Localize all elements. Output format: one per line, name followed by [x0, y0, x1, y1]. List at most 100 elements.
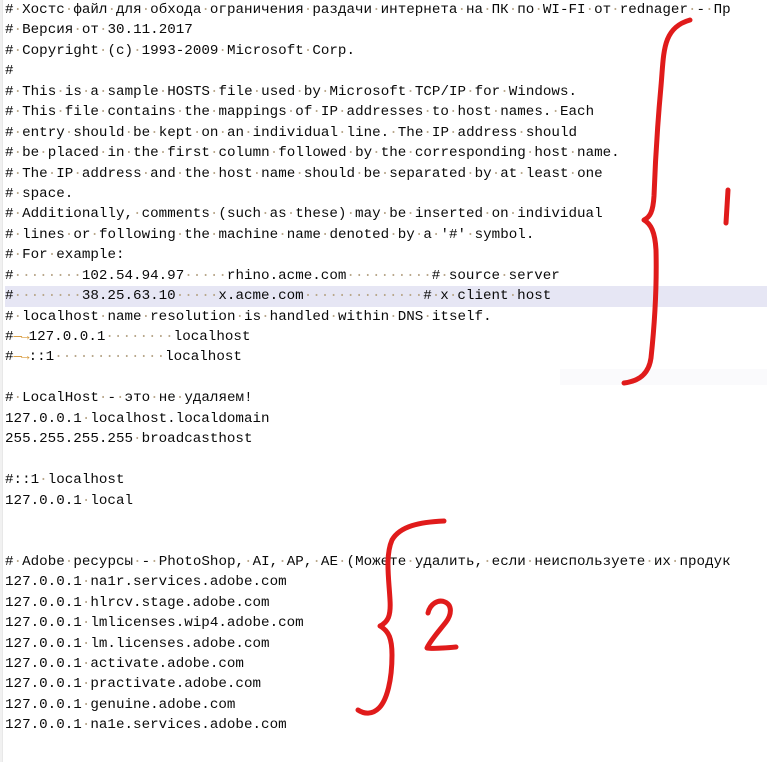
code-line[interactable]: #·Copyright·(c)·1993-2009·Microsoft·Corp… [5, 41, 767, 61]
space-marker: · [13, 553, 23, 570]
code-text: genuine.adobe.com [90, 696, 236, 713]
code-line[interactable]: #·Версия·от·30.11.2017 [5, 20, 767, 40]
code-text: is [64, 83, 82, 100]
code-text: be [363, 165, 381, 182]
code-line[interactable]: 127.0.0.1·local [5, 491, 767, 511]
code-text: если [491, 553, 526, 570]
code-line[interactable]: 127.0.0.1·activate.adobe.com [5, 654, 767, 674]
code-text: mappings [218, 104, 287, 121]
code-text: # [5, 206, 14, 223]
space-marker: · [517, 124, 526, 141]
space-marker: · [389, 308, 398, 325]
code-text: # [5, 124, 14, 141]
code-text: Corp. [312, 42, 355, 59]
code-text-area[interactable]: #·Хостс·файл·для·обхода·ограничения·разд… [5, 0, 767, 762]
code-line[interactable]: 127.0.0.1·localhost.localdomain [5, 409, 767, 429]
space-marker: · [508, 2, 518, 18]
code-text: это [124, 390, 151, 407]
code-text: # [5, 390, 14, 407]
code-line[interactable] [5, 511, 767, 531]
code-line[interactable]: #·lines·or·following·the·machine·name·de… [5, 225, 767, 245]
code-text: lm.licenses.adobe.com [90, 635, 270, 652]
space-marker: · [611, 2, 620, 18]
code-text: inserted [414, 206, 484, 223]
code-line[interactable]: #·entry·should·be·kept·on·an·individual·… [5, 123, 767, 143]
space-marker: · [312, 553, 321, 570]
code-line[interactable]: #·Additionally,·comments·(such·as·these)… [5, 204, 767, 224]
space-marker: · [389, 124, 398, 141]
space-marker: · [13, 185, 23, 202]
code-text: LocalHost [22, 390, 99, 407]
code-text: AP, [286, 553, 313, 570]
code-text: AE [320, 553, 338, 570]
code-text: denoted [329, 226, 390, 243]
space-marker: · [423, 124, 432, 141]
code-line[interactable]: 127.0.0.1·na1e.services.adobe.com [5, 715, 767, 735]
code-line[interactable]: #·For·example: [5, 245, 767, 265]
code-text: separated [389, 165, 467, 182]
space-marker: · [47, 165, 57, 182]
space-marker: · [13, 22, 23, 39]
space-marker: · [440, 267, 449, 284]
space-marker: · [158, 83, 168, 100]
code-text: их [653, 553, 671, 570]
code-line[interactable]: #·The·IP·address·and·the·host·name·shoul… [5, 164, 767, 184]
code-text: # [5, 145, 14, 162]
code-line[interactable]: 127.0.0.1·genuine.adobe.com [5, 695, 767, 715]
code-line[interactable] [5, 531, 767, 551]
code-line[interactable]: 127.0.0.1·lmlicenses.wip4.adobe.com [5, 613, 767, 633]
code-line[interactable]: #········102.54.94.97·····rhino.acme.com… [5, 266, 767, 286]
space-marker: · [90, 226, 99, 243]
code-text: a [90, 83, 99, 100]
code-line[interactable]: #·This·is·a·sample·HOSTS·file·used·by·Mi… [5, 82, 767, 102]
space-marker: · [107, 2, 116, 18]
code-line[interactable]: #········38.25.63.10·····x.acme.com·····… [5, 286, 767, 307]
code-text: файл [73, 2, 108, 18]
code-line[interactable]: 127.0.0.1·lm.licenses.adobe.com [5, 634, 767, 654]
space-marker: · [133, 431, 142, 448]
code-line[interactable]: #·Хостс·файл·для·обхода·ограничения·разд… [5, 0, 767, 20]
code-text: - [696, 2, 706, 18]
code-line[interactable]: 127.0.0.1·na1r.services.adobe.com [5, 572, 767, 592]
code-line[interactable] [5, 368, 767, 388]
code-line[interactable]: #·LocalHost·-·это·не·удаляем! [5, 388, 767, 408]
code-line[interactable]: # [5, 61, 767, 81]
code-line[interactable]: #·be·placed·in·the·first·column·followed… [5, 143, 767, 163]
code-text: activate.adobe.com [90, 656, 244, 672]
space-marker: · [431, 288, 441, 305]
code-text: used [261, 83, 296, 100]
code-text: at [500, 165, 518, 182]
space-marker: · [337, 124, 347, 141]
code-text: client [457, 288, 509, 305]
code-text: Windows. [508, 83, 578, 100]
code-line[interactable] [5, 756, 767, 762]
space-marker: ········ [105, 329, 174, 345]
code-text: should [303, 165, 356, 182]
code-line[interactable]: 255.255.255.255·broadcasthost [5, 429, 767, 449]
code-line[interactable] [5, 736, 767, 756]
space-marker: · [13, 165, 23, 182]
code-text: # [5, 247, 14, 264]
code-text: Copyright [22, 42, 99, 59]
code-text: should [525, 124, 578, 141]
code-text: localhost.localdomain [90, 410, 270, 427]
code-line[interactable]: #::1·localhost [5, 470, 767, 490]
code-line[interactable]: 127.0.0.1·practivate.adobe.com [5, 674, 767, 694]
code-text: The [397, 124, 424, 141]
code-line[interactable]: 127.0.0.1·hlrcv.stage.adobe.com [5, 593, 767, 613]
code-text: This [22, 104, 57, 121]
code-line[interactable]: #·space. [5, 184, 767, 204]
code-line[interactable]: #—→::1·············localhost [5, 347, 767, 367]
code-text: продук [679, 553, 731, 570]
space-marker: · [124, 124, 134, 141]
code-line[interactable]: #·Adobe·ресурсы·-·PhotoShop,·AI,·AP,·AE·… [5, 552, 767, 572]
code-line[interactable]: #·This·file·contains·the·mappings·of·IP·… [5, 102, 767, 122]
code-line[interactable]: #·localhost·name·resolution·is·handled·w… [5, 307, 767, 327]
code-text: IP [320, 104, 338, 121]
code-line[interactable] [5, 450, 767, 470]
code-text: ::1 [28, 349, 55, 366]
code-line[interactable]: #—→127.0.0.1········localhost [5, 327, 767, 347]
code-text: удалить, [414, 553, 484, 570]
code-text: name. [577, 145, 620, 162]
text-editor-pane[interactable]: #·Хостс·файл·для·обхода·ограничения·разд… [0, 0, 767, 762]
